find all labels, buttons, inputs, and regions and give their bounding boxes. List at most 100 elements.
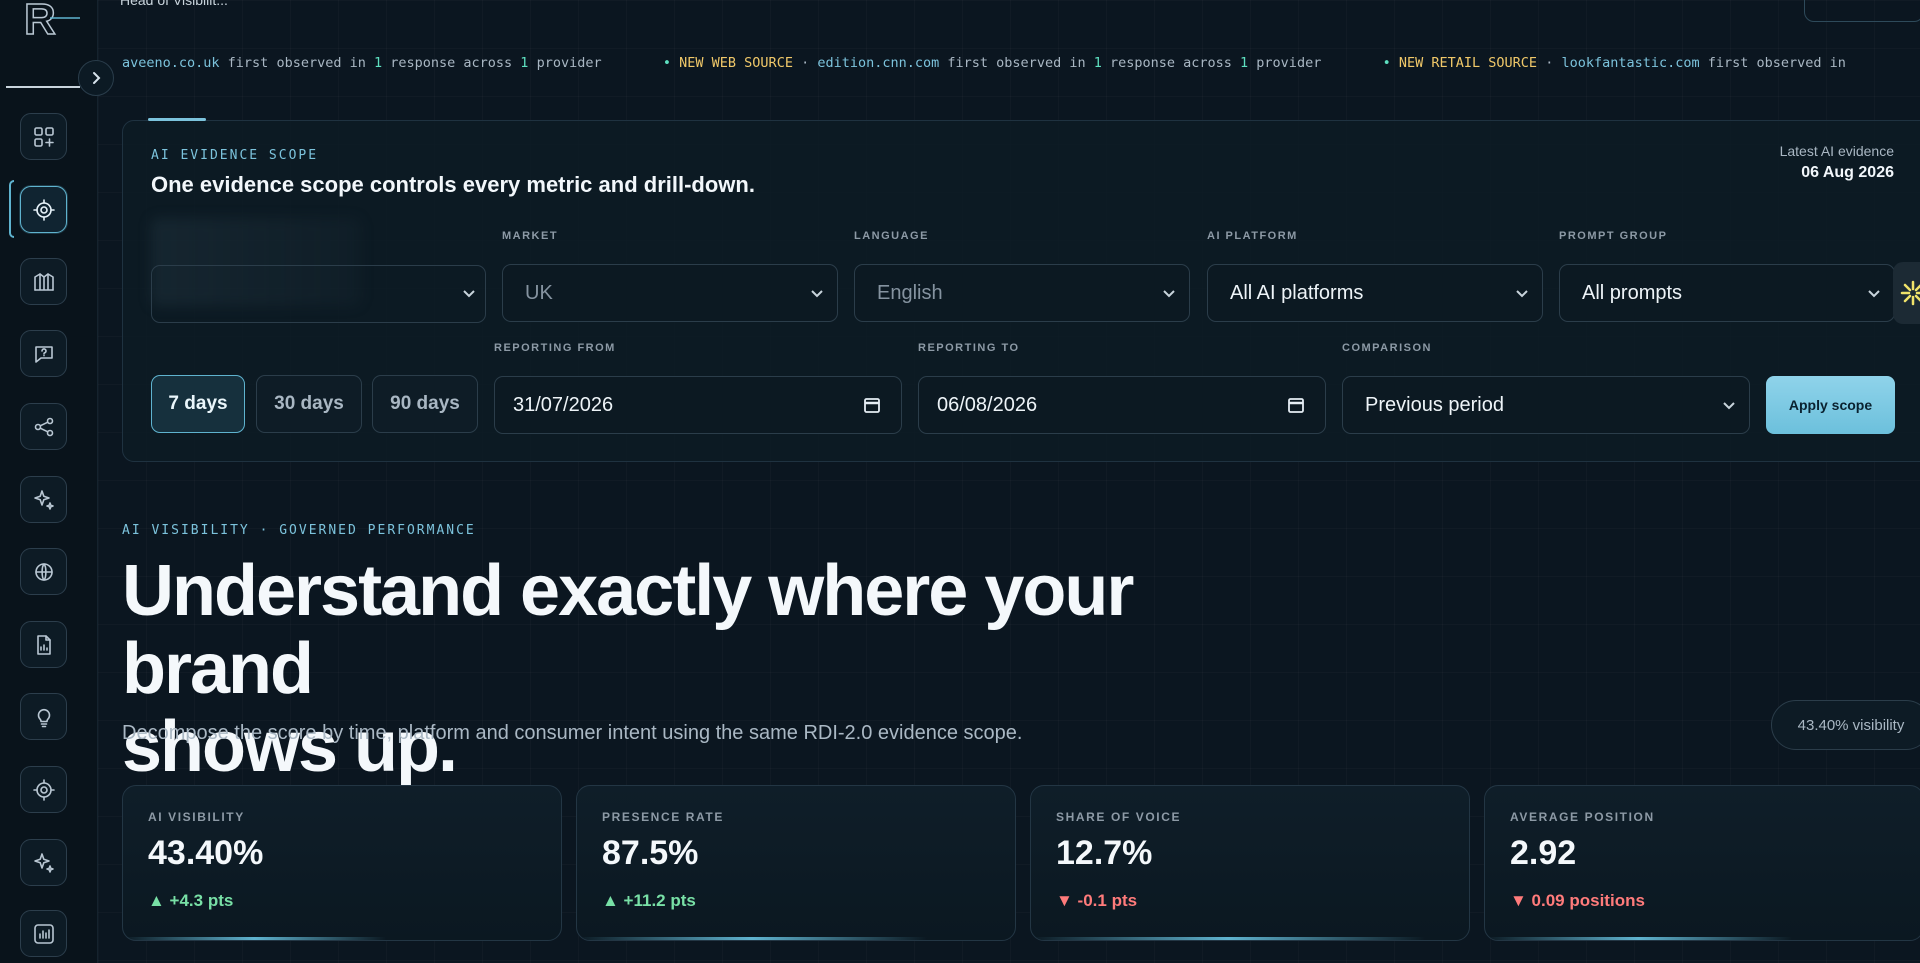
ticker-domain[interactable]: aveeno.co.uk: [122, 55, 220, 71]
dot-icon: •: [662, 55, 672, 71]
chat-question-icon: [34, 345, 53, 363]
nav-market[interactable]: [20, 258, 67, 305]
ticker-domain[interactable]: lookfantastic.com: [1561, 55, 1699, 71]
kpi-label: AVERAGE POSITION: [1510, 810, 1655, 824]
kpi-label: SHARE OF VOICE: [1056, 810, 1182, 824]
svg-text:R: R: [24, 0, 56, 44]
copilot-button[interactable]: [1804, 0, 1920, 22]
nav-ai[interactable]: [20, 839, 67, 886]
calendar-icon[interactable]: [863, 396, 881, 414]
chevron-down-icon: [1721, 396, 1737, 412]
sparkle-icon: [33, 852, 54, 873]
assistant-tab[interactable]: [1893, 262, 1920, 324]
kpi-accent-bar: [1031, 937, 1426, 940]
kpi-label: AI VISIBILITY: [148, 810, 245, 824]
kpi-accent-bar: [577, 937, 928, 940]
prompt-group-select[interactable]: All prompts: [1559, 264, 1895, 322]
ticker-item: aveeno.co.uk first observed in 1 respons…: [122, 55, 602, 71]
language-select[interactable]: English: [854, 264, 1190, 322]
panel-accent: [148, 118, 206, 121]
kpi-accent-bar: [123, 937, 386, 940]
share-icon: [34, 417, 53, 436]
ticker-item: • NEW RETAIL SOURCE · lookfantastic.com …: [1382, 55, 1846, 71]
kpi-delta: ▲ +4.3 pts: [148, 891, 234, 910]
nav-analytics[interactable]: [20, 910, 67, 957]
chevron-down-icon: [1161, 284, 1177, 300]
range-90-days-button[interactable]: 90 days: [372, 375, 478, 433]
chevron-down-icon: [1866, 284, 1882, 300]
kpi-presence-rate[interactable]: PRESENCE RATE 87.5% ▲ +11.2 pts: [576, 785, 1016, 941]
bar-chart-icon: [33, 923, 54, 944]
sunburst-icon: [1900, 280, 1920, 306]
language-label: LANGUAGE: [854, 230, 929, 242]
scope-label: AI EVIDENCE SCOPE: [151, 148, 319, 163]
sparkle-icon: [33, 489, 54, 510]
latest-evidence-date: 06 Aug 2026: [1801, 164, 1894, 181]
page-title: Understand exactly where your brand show…: [122, 551, 1134, 787]
reporting-from-label: REPORTING FROM: [494, 342, 616, 354]
chevron-down-icon: [809, 284, 825, 300]
scope-title: One evidence scope controls every metric…: [151, 172, 755, 197]
kpi-ai-visibility[interactable]: AI VISIBILITY 43.40% ▲ +4.3 pts: [122, 785, 562, 941]
ticker-tag: NEW RETAIL SOURCE: [1398, 55, 1538, 71]
ai-platform-select[interactable]: All AI platforms: [1207, 264, 1543, 322]
kpi-label: PRESENCE RATE: [602, 810, 724, 824]
calendar-icon[interactable]: [1287, 396, 1305, 414]
ai-platform-label: AI PLATFORM: [1207, 230, 1298, 242]
nav-sources[interactable]: [20, 548, 67, 595]
latest-evidence-label: Latest AI evidence: [1779, 143, 1894, 159]
chevron-down-icon: [461, 285, 477, 306]
chevron-right-icon: [93, 72, 101, 84]
ticker-item: • NEW WEB SOURCE · edition.cnn.com first…: [662, 55, 1322, 71]
kpi-value: 12.7%: [1056, 834, 1153, 872]
reporting-from-input[interactable]: 31/07/2026: [494, 376, 902, 434]
active-indicator: [9, 180, 14, 238]
apply-scope-button[interactable]: Apply scope: [1766, 376, 1895, 434]
market-select[interactable]: UK: [502, 264, 838, 322]
divider: [6, 86, 80, 88]
nav-dashboard[interactable]: [20, 113, 67, 160]
reporting-to-input[interactable]: 06/08/2026: [918, 376, 1326, 434]
nav-reports[interactable]: [20, 621, 67, 668]
visibility-pill: 43.40% visibility: [1771, 700, 1920, 750]
page-subtitle: Decompose the score by time, platform an…: [122, 722, 1023, 744]
kpi-delta: ▼ -0.1 pts: [1056, 891, 1138, 910]
range-30-days-button[interactable]: 30 days: [256, 375, 362, 433]
comparison-select[interactable]: Previous period: [1342, 376, 1750, 434]
nav-insights[interactable]: [20, 476, 67, 523]
market-label: MARKET: [502, 230, 559, 242]
kpi-average-position[interactable]: AVERAGE POSITION 2.92 ▼ 0.09 positions: [1484, 785, 1920, 941]
kpi-value: 2.92: [1510, 834, 1577, 872]
kpi-value: 43.40%: [148, 834, 264, 872]
kpi-share-of-voice[interactable]: SHARE OF VOICE 12.7% ▼ -0.1 pts: [1030, 785, 1470, 941]
nav-ideas[interactable]: [20, 693, 67, 740]
nav-targets[interactable]: [20, 766, 67, 813]
kpi-delta: ▲ +11.2 pts: [602, 891, 696, 910]
chevron-down-icon: [1514, 284, 1530, 300]
target-icon: [32, 198, 55, 221]
reporting-to-label: REPORTING TO: [918, 342, 1020, 354]
logo: R: [23, 0, 80, 45]
kpi-accent-bar: [1485, 937, 1792, 940]
range-7-days-button[interactable]: 7 days: [151, 375, 245, 433]
crosshair-icon: [32, 778, 55, 801]
top-title: Head of Visibilit...: [120, 0, 228, 8]
brand-select[interactable]: [151, 265, 486, 323]
dot-icon: •: [1382, 55, 1391, 71]
report-icon: [36, 634, 51, 655]
lightbulb-icon: [37, 708, 50, 727]
sidebar-collapse-button[interactable]: [78, 60, 114, 96]
nav-prompts[interactable]: [20, 330, 67, 377]
source-ticker: aveeno.co.uk first observed in 1 respons…: [122, 55, 1920, 75]
ticker-tag: NEW WEB SOURCE: [679, 55, 793, 71]
kpi-value: 87.5%: [602, 834, 699, 872]
prompt-group-label: PROMPT GROUP: [1559, 230, 1668, 242]
comparison-label: COMPARISON: [1342, 342, 1432, 354]
grid-plus-icon: [33, 126, 54, 147]
globe-icon: [34, 562, 53, 581]
nav-visibility[interactable]: [20, 186, 67, 233]
nav-share[interactable]: [20, 403, 67, 450]
ticker-domain[interactable]: edition.cnn.com: [817, 55, 939, 71]
hero-eyebrow: AI VISIBILITY · GOVERNED PERFORMANCE: [122, 523, 476, 538]
sidebar: R: [0, 0, 98, 963]
